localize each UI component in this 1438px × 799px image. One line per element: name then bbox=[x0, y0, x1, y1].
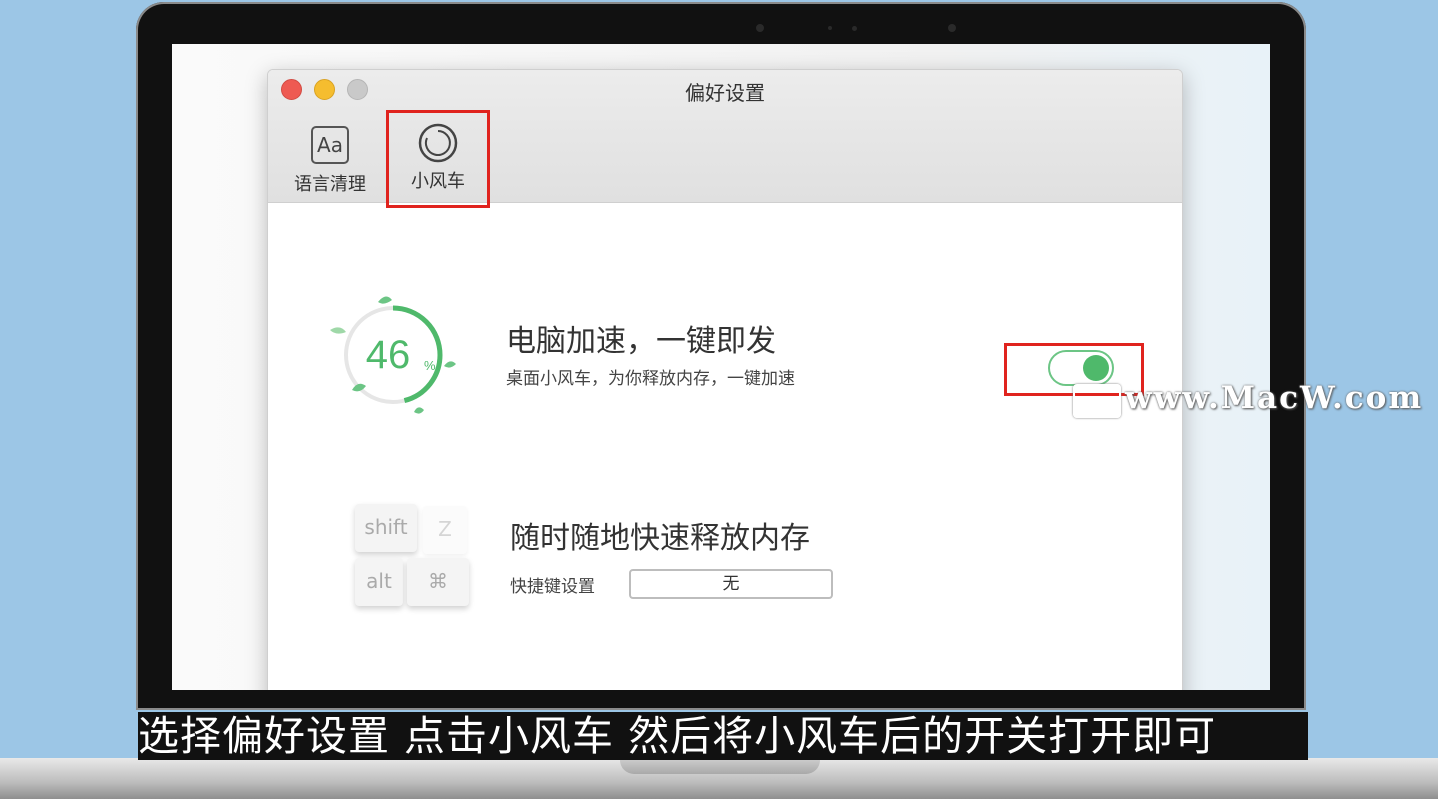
camera-bar bbox=[736, 24, 976, 34]
pinwheel-icon bbox=[418, 123, 458, 163]
keycap-z: Z bbox=[423, 506, 467, 554]
video-caption: 选择偏好设置 点击小风车 然后将小风车后的开关打开即可 bbox=[138, 712, 1308, 760]
toggle-knob bbox=[1083, 355, 1109, 381]
gauge-percent-unit: % bbox=[424, 358, 436, 373]
boost-subtitle: 桌面小风车，为你释放内存，一键加速 bbox=[506, 369, 795, 389]
gauge-percent: 46 bbox=[366, 333, 411, 377]
camera-dot bbox=[948, 24, 956, 32]
window-title: 偏好设置 bbox=[685, 81, 765, 105]
watermark-logo-icon bbox=[1073, 384, 1121, 418]
camera-dot bbox=[828, 26, 832, 30]
camera-dot bbox=[756, 24, 764, 32]
keycap-alt: alt bbox=[355, 558, 403, 606]
pinwheel-toggle[interactable] bbox=[1048, 350, 1114, 386]
tab-label: 语言清理 bbox=[294, 174, 366, 195]
memory-gauge: 46 % bbox=[328, 290, 458, 420]
boost-title: 电脑加速，一键即发 bbox=[506, 324, 776, 359]
laptop-screen: 偏好设置 Aa 语言清理 小风车 46 % 电脑加速，一键即发 桌面小风车，为你… bbox=[172, 44, 1270, 690]
release-title: 随时随地快速释放内存 bbox=[510, 521, 810, 556]
camera-dot bbox=[852, 26, 857, 31]
keycap-shift: shift bbox=[355, 504, 417, 552]
tab-label: 小风车 bbox=[411, 171, 465, 192]
window-toolbar: 偏好设置 Aa 语言清理 小风车 bbox=[268, 70, 1182, 208]
laptop-notch bbox=[620, 758, 820, 774]
tab-language-cleanup[interactable]: Aa 语言清理 bbox=[278, 118, 382, 202]
tab-pinwheel[interactable]: 小风车 bbox=[386, 110, 490, 208]
shortcut-input[interactable]: 无 bbox=[629, 569, 833, 599]
keycap-command: ⌘ bbox=[407, 558, 469, 606]
watermark-text: www.MacW.com bbox=[1125, 380, 1424, 416]
language-icon: Aa bbox=[310, 126, 350, 166]
preferences-window: 偏好设置 Aa 语言清理 小风车 46 % 电脑加速，一键即发 桌面小风车，为你… bbox=[267, 69, 1183, 690]
shortcut-label: 快捷键设置 bbox=[510, 577, 595, 597]
